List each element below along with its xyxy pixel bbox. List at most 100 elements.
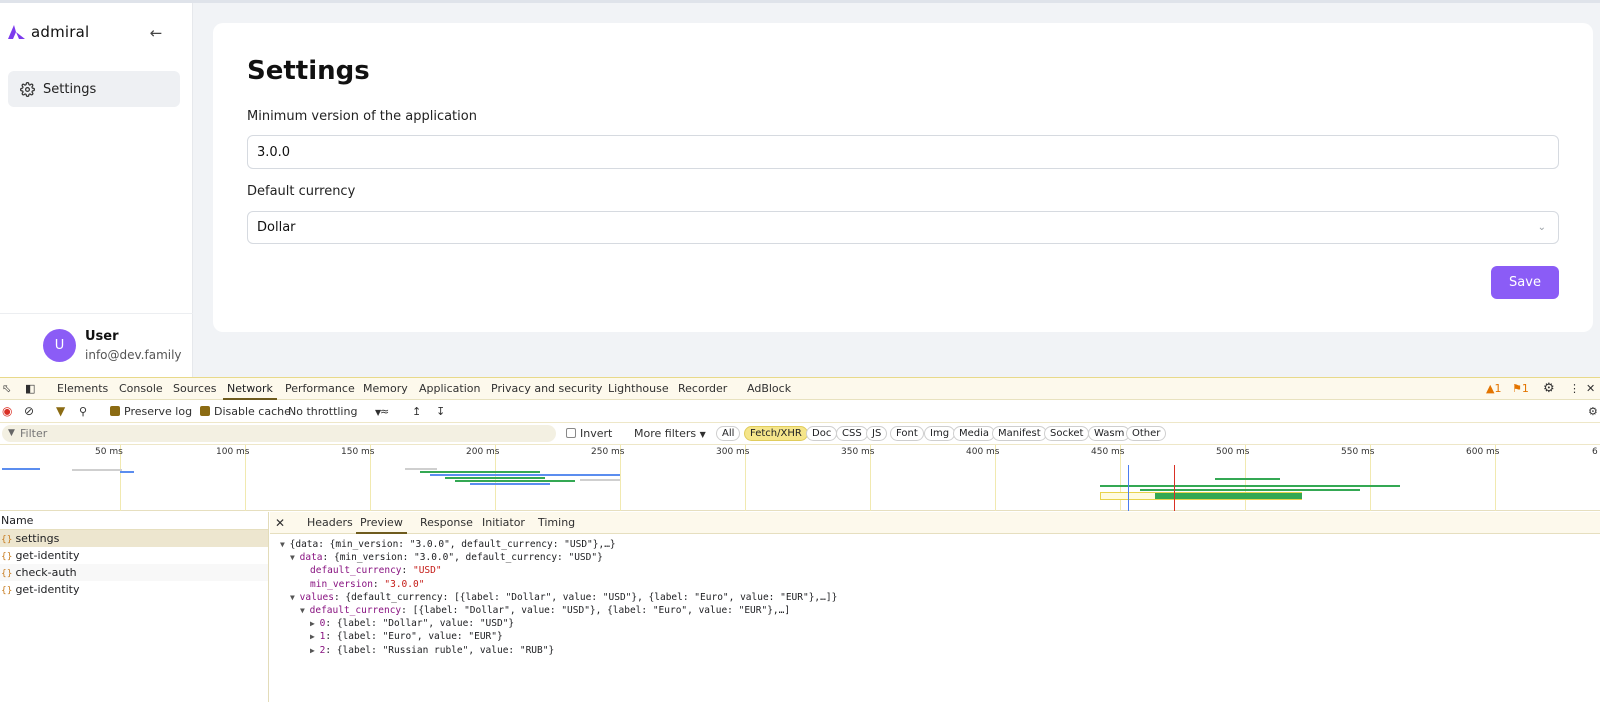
request-row-check-auth[interactable]: {} check-auth xyxy=(0,564,268,581)
load-event-marker xyxy=(1174,465,1175,511)
network-conditions-wifi-icon[interactable]: ≈ xyxy=(380,400,389,423)
invert-checkbox[interactable]: Invert xyxy=(566,423,612,445)
tab-lighthouse[interactable]: Lighthouse xyxy=(608,378,669,400)
tree-node-data[interactable]: ▼ data: {min_version: "3.0.0", default_c… xyxy=(270,551,837,564)
tree-node-values[interactable]: ▼ values: {default_currency: [{label: "D… xyxy=(270,591,837,604)
currency-label: Default currency xyxy=(247,184,356,199)
export-har-icon[interactable]: ↧ xyxy=(436,400,445,423)
tree-node-default-currency[interactable]: default_currency: "USD" xyxy=(270,564,837,577)
detail-tabbar: ✕ Headers Preview Response Initiator Tim… xyxy=(270,512,1600,534)
save-button[interactable]: Save xyxy=(1491,266,1559,299)
collapse-sidebar-arrow-icon[interactable]: ← xyxy=(146,23,166,43)
filter-input[interactable]: ▼ Filter xyxy=(2,425,556,442)
timeline-request-bar xyxy=(405,468,437,470)
logo[interactable]: admiral xyxy=(8,23,89,41)
clear-icon[interactable]: ⊘ xyxy=(24,400,34,423)
min-version-input[interactable] xyxy=(247,135,1559,169)
timeline-request-bar xyxy=(430,474,540,476)
throttling-select[interactable]: No throttling ▼ xyxy=(288,400,381,423)
tab-network[interactable]: Network xyxy=(223,378,277,400)
logo-text: admiral xyxy=(31,23,90,41)
settings-card: Settings Minimum version of the applicat… xyxy=(213,23,1593,332)
checkbox-checked xyxy=(200,406,210,416)
preserve-log-checkbox[interactable]: Preserve log xyxy=(110,400,192,423)
devtools-settings-gear-icon[interactable]: ⚙ xyxy=(1543,378,1555,400)
tab-application[interactable]: Application xyxy=(419,378,480,400)
filter-funnel-icon[interactable]: ▼ xyxy=(56,400,65,423)
tab-sources[interactable]: Sources xyxy=(173,378,217,400)
sidebar-item-settings[interactable]: Settings xyxy=(8,71,180,107)
import-har-icon[interactable]: ↥ xyxy=(412,400,421,423)
more-options-icon[interactable]: ⋮ xyxy=(1569,378,1580,400)
tab-headers[interactable]: Headers xyxy=(307,512,353,534)
tree-key: default_currency xyxy=(309,605,402,617)
tab-privacy-security[interactable]: Privacy and security xyxy=(491,378,602,400)
chip-js[interactable]: JS xyxy=(866,426,888,441)
tab-performance[interactable]: Performance xyxy=(285,378,355,400)
tree-value: "USD" xyxy=(412,565,442,577)
request-row-settings[interactable]: {} settings xyxy=(0,530,268,547)
timeline-request-bar xyxy=(1215,478,1280,480)
gear-icon xyxy=(20,81,35,97)
device-toolbar-icon[interactable]: ◧ xyxy=(25,378,35,400)
request-row-get-identity-2[interactable]: {} get-identity xyxy=(0,581,268,598)
name-column-header[interactable]: Name xyxy=(0,512,268,530)
chip-fetch-xhr[interactable]: Fetch/XHR xyxy=(744,426,808,441)
timeline-tick-label: 300 ms xyxy=(716,447,750,457)
timeline-request-bar xyxy=(1155,493,1302,499)
chip-manifest[interactable]: Manifest xyxy=(992,426,1047,441)
user-profile[interactable]: U User info@dev.family xyxy=(0,313,193,377)
disable-cache-checkbox[interactable]: Disable cache xyxy=(200,400,291,423)
chip-socket[interactable]: Socket xyxy=(1044,426,1090,441)
network-overview-timeline[interactable]: 50 ms 100 ms 150 ms 200 ms 250 ms 300 ms… xyxy=(0,445,1600,511)
tab-elements[interactable]: Elements xyxy=(57,378,108,400)
avatar: U xyxy=(43,329,76,362)
warning-count[interactable]: ▲1 xyxy=(1486,378,1501,400)
preserve-log-label: Preserve log xyxy=(124,405,193,418)
tab-timing[interactable]: Timing xyxy=(538,512,575,534)
tab-console[interactable]: Console xyxy=(119,378,163,400)
timeline-tick-label: 600 ms xyxy=(1466,447,1500,457)
close-detail-icon[interactable]: ✕ xyxy=(275,512,285,534)
tree-node-item-1[interactable]: ▶ 1: {label: "Euro", value: "EUR"} xyxy=(270,630,837,643)
currency-select[interactable]: Dollar ⌄ xyxy=(247,211,1559,244)
expanded-triangle-icon: ▼ xyxy=(290,592,300,602)
chip-font[interactable]: Font xyxy=(890,426,924,441)
tree-key: min_version xyxy=(310,578,373,590)
issues-count[interactable]: ⚑1 xyxy=(1512,378,1529,400)
chip-other[interactable]: Other xyxy=(1126,426,1167,441)
chip-media[interactable]: Media xyxy=(953,426,996,441)
tree-node-values-default-currency[interactable]: ▼ default_currency: [{label: "Dollar", v… xyxy=(270,604,837,617)
chip-img[interactable]: Img xyxy=(924,426,956,441)
issues-count-value: 1 xyxy=(1521,382,1529,395)
close-devtools-icon[interactable]: ✕ xyxy=(1586,378,1595,400)
user-name: User xyxy=(85,329,119,344)
request-list: Name {} settings {} get-identity {} check-a… xyxy=(0,512,269,702)
tab-adblock[interactable]: AdBlock xyxy=(747,378,791,400)
tab-initiator[interactable]: Initiator xyxy=(482,512,525,534)
tree-node-min-version[interactable]: min_version: "3.0.0" xyxy=(270,578,837,591)
admin-app: admiral ← Settings U User info@dev.famil… xyxy=(0,0,1600,377)
tab-memory[interactable]: Memory xyxy=(363,378,408,400)
tab-recorder[interactable]: Recorder xyxy=(678,378,727,400)
tree-node-root[interactable]: ▼ {data: {min_version: "3.0.0", default_… xyxy=(270,538,837,551)
timeline-tick-label: 500 ms xyxy=(1216,447,1250,457)
record-stop-icon[interactable]: ◉ xyxy=(2,400,12,423)
tree-value: {min_version: "3.0.0", default_currency:… xyxy=(333,552,603,564)
network-settings-gear-icon[interactable]: ⚙ xyxy=(1588,400,1598,423)
chip-wasm[interactable]: Wasm xyxy=(1088,426,1131,441)
timeline-request-bar xyxy=(120,471,134,473)
tree-node-item-0[interactable]: ▶ 0: {label: "Dollar", value: "USD"} xyxy=(270,617,837,630)
chip-doc[interactable]: Doc xyxy=(806,426,838,441)
tab-preview[interactable]: Preview xyxy=(356,512,407,534)
chip-css[interactable]: CSS xyxy=(836,426,868,441)
chip-all[interactable]: All xyxy=(716,426,741,441)
more-filters-dropdown[interactable]: More filters ▼ xyxy=(634,423,706,445)
collapsed-triangle-icon: ▶ xyxy=(310,619,320,629)
tab-response[interactable]: Response xyxy=(420,512,473,534)
request-row-get-identity[interactable]: {} get-identity xyxy=(0,547,268,564)
inspect-element-icon[interactable]: ⬁ xyxy=(2,378,11,400)
caret-down-icon: ▼ xyxy=(699,430,706,439)
search-icon[interactable]: ⚲ xyxy=(79,400,87,423)
tree-node-item-2[interactable]: ▶ 2: {label: "Russian ruble", value: "RU… xyxy=(270,644,837,657)
